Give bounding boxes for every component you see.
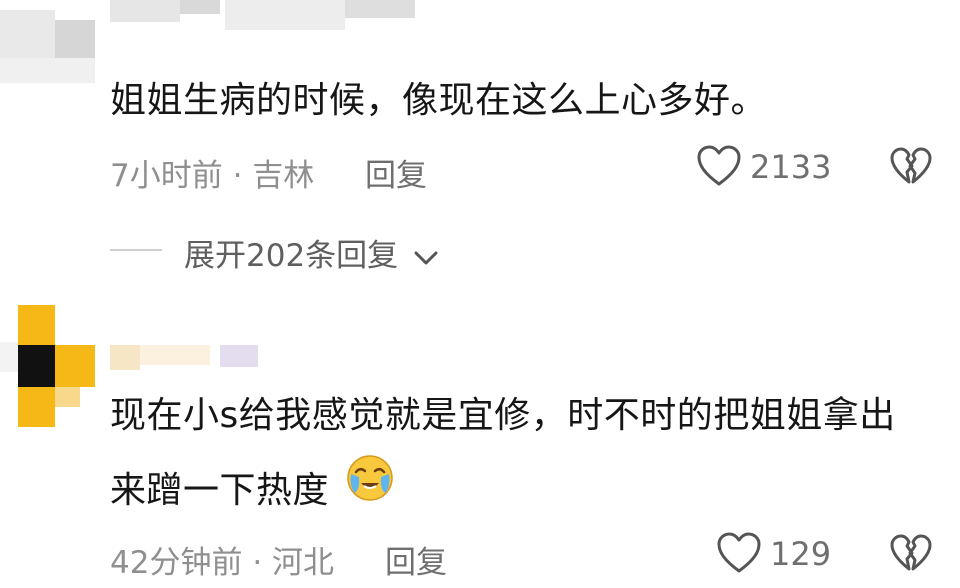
- comment-meta: 42分钟前 · 河北: [110, 537, 334, 582]
- like-count: 129: [770, 535, 832, 573]
- broken-heart-icon[interactable]: [890, 533, 932, 573]
- comment-text: 现在小s给我感觉就是宜修，时不时的把姐姐拿出 来蹭一下热度: [110, 385, 896, 527]
- meta-separator: ·: [252, 545, 263, 581]
- comment-text-line-2: 来蹭一下热度: [110, 455, 896, 527]
- heart-outline-icon[interactable]: [696, 144, 742, 188]
- timestamp: 7小时前: [110, 158, 223, 194]
- like-count: 2133: [750, 148, 832, 186]
- expand-divider: [110, 249, 162, 251]
- comment-text: 姐姐生病的时候，像现在这么上心多好。: [110, 70, 767, 132]
- comment-text-line: 来蹭一下热度: [110, 470, 330, 511]
- reply-button[interactable]: 回复: [365, 150, 427, 195]
- expand-replies-label: 展开202条回复: [184, 238, 399, 274]
- heart-outline-icon[interactable]: [716, 531, 762, 575]
- meta-separator: ·: [232, 158, 243, 194]
- comment-text-line: 姐姐生病的时候，像现在这么上心多好。: [110, 80, 768, 121]
- crying-laughing-emoji: [345, 453, 395, 523]
- reply-button[interactable]: 回复: [385, 537, 447, 582]
- comment-text-line: 现在小s给我感觉就是宜修，时不时的把姐姐拿出: [110, 395, 896, 436]
- location: 吉林: [252, 158, 315, 194]
- expand-replies-button[interactable]: 展开202条回复: [184, 230, 440, 276]
- timestamp: 42分钟前: [110, 545, 243, 581]
- location: 河北: [272, 545, 335, 581]
- comment-meta: 7小时前 · 吉林: [110, 150, 314, 195]
- broken-heart-icon[interactable]: [890, 146, 932, 186]
- chevron-down-icon: [412, 240, 440, 276]
